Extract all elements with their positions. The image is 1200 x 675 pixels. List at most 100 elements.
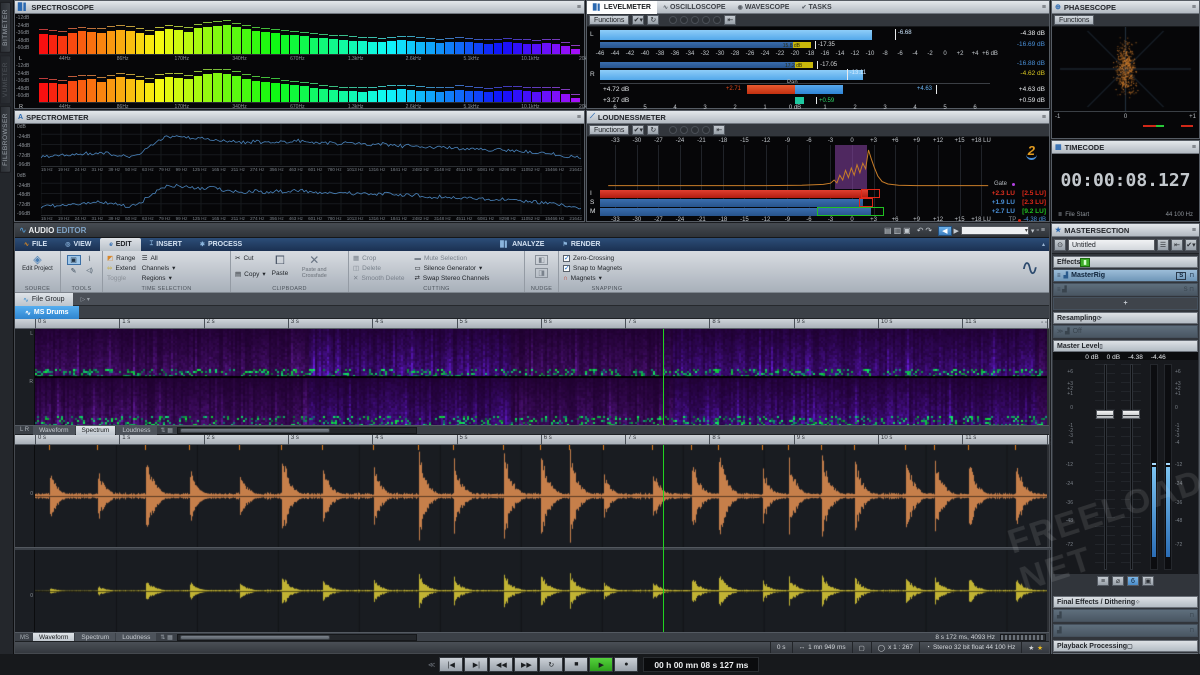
- preset-slot-icon[interactable]: [691, 16, 700, 24]
- waveform-mid-channel[interactable]: [35, 445, 1047, 547]
- rewind-button[interactable]: ◀◀: [489, 657, 514, 672]
- paste-button[interactable]: Paste: [272, 268, 289, 278]
- final-effects-header[interactable]: Final Effects / Dithering ⁘: [1053, 596, 1198, 608]
- layout-icon[interactable]: ▫: [1036, 227, 1038, 234]
- fader-track[interactable]: [1121, 364, 1141, 570]
- functions-button[interactable]: Functions: [1054, 15, 1095, 25]
- meter-tab-tasks[interactable]: ✔ TASKS: [795, 1, 837, 14]
- cut-button[interactable]: ✂ Cut: [235, 253, 266, 263]
- monitor-field[interactable]: ▢: [851, 642, 871, 653]
- functions-button[interactable]: Functions: [589, 125, 630, 135]
- file-tab-ms-drums[interactable]: ∿ MS Drums: [15, 306, 79, 319]
- nudge-right-button[interactable]: ◨: [535, 268, 548, 278]
- spectrogram-display[interactable]: [35, 329, 1047, 425]
- loop-button[interactable]: ↻: [539, 657, 564, 672]
- master-titlebar[interactable]: ★ MASTERSECTION ≡: [1052, 224, 1199, 237]
- file-group-tab[interactable]: ∿ File Group: [15, 293, 73, 306]
- cursor-position-field[interactable]: 0 s: [769, 642, 792, 653]
- spectroscope-titlebar[interactable]: ▊▌ SPECTROSCOPE ≡: [15, 1, 584, 14]
- ribbon-tab-view[interactable]: ◎ VIEW: [56, 238, 100, 251]
- options-dropdown-icon[interactable]: ▾: [1031, 227, 1035, 235]
- pin-icon[interactable]: ⇤: [713, 125, 726, 135]
- preset-slot-icon[interactable]: [669, 126, 678, 134]
- settings-check-icon[interactable]: ✔▾: [632, 125, 645, 135]
- nudge-left-button[interactable]: ◧: [535, 255, 548, 265]
- waveform-time-ruler[interactable]: 0 s1 s2 s3 s4 s5 s6 s7 s8 s9 s10 s11 s12…: [15, 435, 1056, 447]
- zoom-field[interactable]: ◯ x 1 : 267: [870, 642, 919, 653]
- panel-menu-icon[interactable]: ≡: [577, 114, 581, 121]
- meter-tab-wavescope[interactable]: ◉ WAVESCOPE: [732, 1, 796, 14]
- dock-tab-filebrowser[interactable]: FILEBROWSER: [0, 106, 11, 173]
- preset-slot-icon[interactable]: [702, 16, 711, 24]
- swap-channels-button[interactable]: ⇄ Swap Stereo Channels: [414, 273, 489, 283]
- mute-button[interactable]: ⌀: [1112, 576, 1124, 586]
- dithering-slot-empty[interactable]: ▟ ⊓: [1053, 609, 1198, 622]
- toggle-button[interactable]: Toggle: [107, 273, 136, 283]
- mono-downmix-button[interactable]: ≡: [1097, 576, 1109, 586]
- panel-menu-icon[interactable]: ≡: [1192, 144, 1196, 151]
- solo-button[interactable]: S: [1176, 271, 1187, 280]
- view-options-icons[interactable]: ⇅ ▦: [157, 634, 175, 641]
- snap-magnets-checkbox[interactable]: ✓ Snap to Magnets: [563, 263, 651, 273]
- meter-tab-oscilloscope[interactable]: ∿ OSCILLOSCOPE: [657, 1, 732, 14]
- view-tab-spectrum[interactable]: Spectrum: [75, 425, 116, 435]
- undo-icon[interactable]: ↶: [917, 226, 924, 235]
- view-tab-waveform[interactable]: Waveform: [33, 425, 75, 435]
- reset-icon[interactable]: ↻: [647, 125, 660, 135]
- preset-slot-icon[interactable]: [680, 16, 689, 24]
- audition-tool-button[interactable]: ◁): [83, 267, 97, 275]
- channels-dropdown[interactable]: Channels ▾: [142, 263, 176, 273]
- ribbon-tab-insert[interactable]: ⌶ INSERT: [141, 238, 191, 251]
- copy-button[interactable]: ▤ Copy ▾: [235, 269, 266, 279]
- range-button[interactable]: ◩ Range: [107, 253, 136, 263]
- pin-icon[interactable]: ⇤: [724, 15, 737, 25]
- waveform-side-channel[interactable]: [35, 550, 1047, 632]
- ribbon-tab-edit[interactable]: e EDIT: [100, 238, 141, 251]
- spectrometer-titlebar[interactable]: A SPECTROMETER ≡: [15, 111, 584, 124]
- horizontal-scrollbar[interactable]: [176, 634, 417, 641]
- level-mode-button[interactable]: 6: [1127, 576, 1139, 586]
- playback-processing-header[interactable]: Playback Processing ▢: [1053, 640, 1198, 652]
- time-selection-tool-button[interactable]: ▣: [66, 255, 81, 265]
- transport-collapse-icon[interactable]: ≪: [428, 661, 435, 669]
- functions-button[interactable]: Functions: [589, 15, 630, 25]
- ribbon-tab-process[interactable]: ✱ PROCESS: [191, 238, 251, 251]
- favorite-field[interactable]: ★ ★: [1021, 642, 1049, 653]
- view-tab-loudness[interactable]: Loudness: [116, 425, 157, 435]
- panel-menu-icon[interactable]: ≡: [1042, 4, 1046, 11]
- forward-button[interactable]: ▶▶: [514, 657, 539, 672]
- reset-icon[interactable]: ↻: [647, 15, 660, 25]
- fader-handle[interactable]: [1122, 410, 1140, 420]
- ribbon-tab-analyze[interactable]: ▊▌ ANALYZE: [491, 238, 553, 251]
- zoom-slider[interactable]: [1000, 634, 1046, 641]
- tab-options-icon[interactable]: ▷ ▾: [81, 296, 90, 303]
- pen-tool-button[interactable]: ⌇: [83, 255, 97, 265]
- preset-menu-icon[interactable]: ☰: [1157, 239, 1169, 251]
- stop-button[interactable]: ■: [564, 657, 589, 672]
- crop-button[interactable]: ▦ Crop: [353, 253, 404, 263]
- fader-track[interactable]: [1095, 364, 1115, 570]
- panel-menu-icon[interactable]: ≡: [1042, 114, 1046, 121]
- effects-led-icon[interactable]: ▮: [1080, 257, 1090, 267]
- fader-handle[interactable]: [1096, 410, 1114, 420]
- apply-icon[interactable]: ✔▾: [1185, 239, 1197, 251]
- timecode-titlebar[interactable]: ▦ TIMECODE ≡: [1052, 141, 1199, 154]
- view-options-icons[interactable]: ⇅ ▦: [158, 427, 176, 434]
- go-end-button[interactable]: ▶|: [464, 657, 489, 672]
- effects-section-header[interactable]: Effects ▮: [1053, 256, 1198, 268]
- editor-titlebar[interactable]: ∿ AUDIO EDITOR ▤ ▥ ▣ ↶ ↷ ◀ ▶ ▾ ▾ ▫ ≡: [15, 224, 1049, 238]
- panel-menu-icon[interactable]: ≡: [1192, 4, 1196, 11]
- go-start-button[interactable]: |◀: [439, 657, 464, 672]
- pin-icon[interactable]: ⇤: [1171, 239, 1183, 251]
- dock-tab-vumeter[interactable]: VUMETER: [0, 54, 11, 105]
- preset-slot-icon[interactable]: [669, 16, 678, 24]
- extend-button[interactable]: ⬄ Extend: [107, 263, 136, 273]
- preset-slot-icon[interactable]: [713, 16, 722, 24]
- ribbon-tab-file[interactable]: ∿ FILE: [15, 238, 56, 251]
- record-button[interactable]: ●: [614, 657, 639, 672]
- dithering-slot-empty[interactable]: ▟ ⊓: [1053, 624, 1198, 637]
- settings-check-icon[interactable]: ✔▾: [632, 15, 645, 25]
- preset-slot-icon[interactable]: [680, 126, 689, 134]
- panel-menu-icon[interactable]: ≡: [577, 4, 581, 11]
- effect-slot-masterrig[interactable]: ≡ ▟ MasterRig S ⊓: [1053, 269, 1198, 282]
